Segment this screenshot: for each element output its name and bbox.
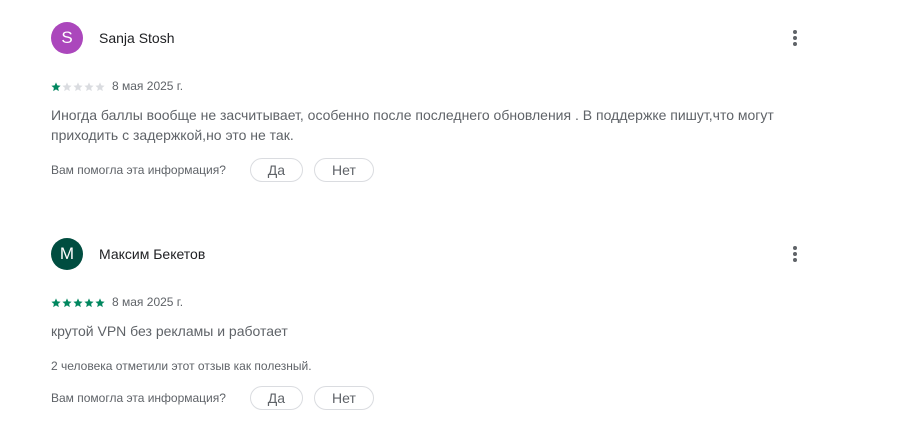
star-empty-icon <box>84 82 94 91</box>
review-date: 8 мая 2025 г. <box>112 294 184 309</box>
review-header: S Sanja Stosh <box>51 22 811 54</box>
star-filled-icon <box>51 82 61 91</box>
no-button[interactable]: Нет <box>313 158 374 182</box>
review-card: S Sanja Stosh 8 мая 2025 г. Иногда баллы… <box>51 22 811 182</box>
star-empty-icon <box>95 82 105 91</box>
review-card: M Максим Бекетов 8 мая 2025 г. крутой VP… <box>51 238 811 410</box>
review-date: 8 мая 2025 г. <box>112 78 184 93</box>
author-name: Sanja Stosh <box>99 30 175 46</box>
helpful-count-text: 2 человека отметили этот отзыв как полез… <box>51 359 312 373</box>
star-empty-icon <box>73 82 83 91</box>
review-meta: 8 мая 2025 г. <box>51 294 183 309</box>
review-text: крутой VPN без рекламы и работает <box>51 323 288 339</box>
avatar: M <box>51 238 83 270</box>
star-filled-icon <box>95 298 105 307</box>
yes-button[interactable]: Да <box>249 158 303 182</box>
helpful-question: Вам помогла эта информация? <box>51 163 226 177</box>
star-rating <box>51 79 106 93</box>
star-filled-icon <box>84 298 94 307</box>
avatar: S <box>51 22 83 54</box>
star-filled-icon <box>73 298 83 307</box>
review-header: M Максим Бекетов <box>51 238 811 270</box>
helpful-feedback: Вам помогла эта информация? Да Нет <box>51 158 374 182</box>
helpful-question: Вам помогла эта информация? <box>51 391 226 405</box>
no-button[interactable]: Нет <box>313 386 374 410</box>
author-name: Максим Бекетов <box>99 246 206 262</box>
more-options-button[interactable] <box>783 242 807 266</box>
more-vert-icon <box>793 30 797 46</box>
star-filled-icon <box>51 298 61 307</box>
star-empty-icon <box>62 82 72 91</box>
yes-button[interactable]: Да <box>249 386 303 410</box>
more-vert-icon <box>793 246 797 262</box>
avatar-letter: S <box>61 28 73 47</box>
avatar-letter: M <box>59 244 75 263</box>
star-filled-icon <box>62 298 72 307</box>
helpful-feedback: Вам помогла эта информация? Да Нет <box>51 386 374 410</box>
star-rating <box>51 295 106 309</box>
more-options-button[interactable] <box>783 26 807 50</box>
review-text: Иногда баллы вообще не засчитывает, особ… <box>51 107 774 143</box>
review-meta: 8 мая 2025 г. <box>51 78 183 93</box>
